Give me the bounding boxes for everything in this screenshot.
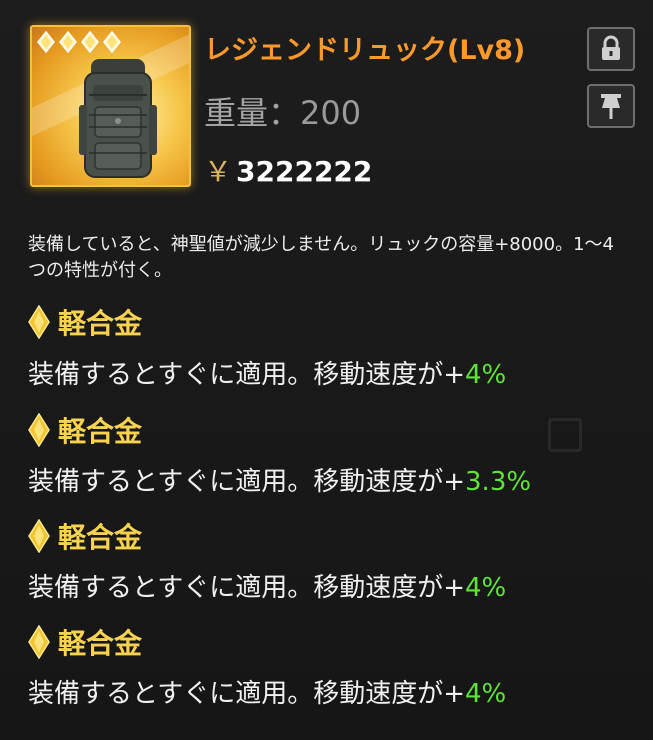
backpack-icon	[79, 59, 157, 178]
item-weight: 重量：200	[204, 88, 361, 134]
weight-value: 200	[300, 94, 362, 132]
trait-header: 軽合金	[28, 622, 142, 662]
pin-icon	[601, 94, 621, 119]
rarity-diamond-icon	[59, 31, 77, 53]
rarity-diamond-icon	[81, 31, 99, 53]
item-tooltip-panel: レジェンドリュック(Lv8) 重量：200 ￥ 3222222 装備していると、神…	[0, 0, 653, 740]
lock-button[interactable]	[587, 27, 635, 71]
ghost-icon	[548, 418, 582, 452]
trait-diamond-icon	[28, 413, 50, 447]
trait-diamond-icon	[28, 625, 50, 659]
lock-icon	[602, 35, 620, 60]
trait-text: 装備するとすぐに適用。移動速度が+	[28, 573, 466, 603]
trait-text: 装備するとすぐに適用。移動速度が+	[28, 679, 466, 709]
trait-text: 装備するとすぐに適用。移動速度が+	[28, 467, 466, 497]
trait-description: 装備するとすぐに適用。移動速度が+4%	[28, 567, 506, 604]
trait-header: 軽合金	[28, 410, 142, 450]
trait-name: 軽合金	[58, 627, 143, 660]
trait-value: 4%	[465, 360, 507, 390]
trait-header: 軽合金	[28, 302, 142, 342]
trait-value: 4%	[465, 679, 507, 709]
weight-separator: ：	[268, 94, 301, 132]
trait-value: 4%	[465, 573, 507, 603]
currency-symbol: ￥	[204, 155, 233, 188]
trait-name: 軽合金	[58, 521, 143, 554]
trait-description: 装備するとすぐに適用。移動速度が+4%	[28, 673, 506, 710]
trait-description: 装備するとすぐに適用。移動速度が+3.3%	[28, 461, 531, 498]
price-value: 3222222	[236, 155, 373, 188]
item-price: ￥ 3222222	[204, 150, 372, 190]
trait-name: 軽合金	[58, 307, 143, 340]
trait-text: 装備するとすぐに適用。移動速度が+	[28, 360, 466, 390]
pin-button[interactable]	[587, 84, 635, 128]
trait-value: 3.3%	[465, 467, 532, 497]
rarity-diamond-icon	[37, 31, 55, 53]
item-description: 装備していると、神聖値が減少しません。リュックの容量+8000。1～4つの特性が…	[28, 234, 614, 281]
rarity-diamond-icon	[103, 31, 121, 53]
item-thumbnail	[30, 25, 191, 187]
trait-name: 軽合金	[58, 415, 143, 448]
weight-label: 重量	[204, 94, 269, 132]
trait-header: 軽合金	[28, 516, 142, 556]
trait-diamond-icon	[28, 519, 50, 553]
trait-description: 装備するとすぐに適用。移動速度が+4%	[28, 354, 506, 391]
rarity-stars	[36, 31, 122, 53]
item-title: レジェンドリュック(Lv8)	[204, 35, 526, 66]
trait-diamond-icon	[28, 305, 50, 339]
